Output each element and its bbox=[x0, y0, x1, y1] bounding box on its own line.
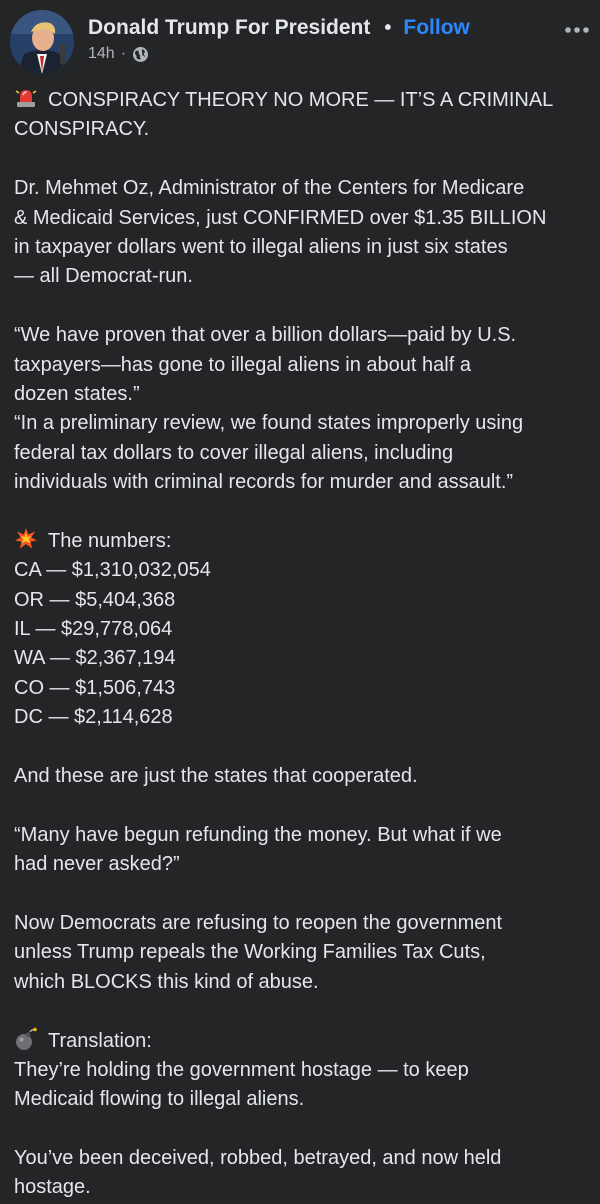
quote-line: “We have proven that over a billion doll… bbox=[14, 324, 517, 347]
text-line: unless Trump repeals the Working Familie… bbox=[14, 941, 486, 964]
number-row: OR — $5,404,368 bbox=[14, 588, 176, 611]
quote-line: federal tax dollars to cover illegal ali… bbox=[14, 441, 454, 464]
avatar[interactable] bbox=[10, 10, 74, 74]
post-header: Donald Trump For President • Follow 14h … bbox=[0, 0, 600, 80]
number-row: DC — $2,114,628 bbox=[14, 706, 173, 729]
author-row: Donald Trump For President • Follow bbox=[88, 16, 470, 40]
timestamp[interactable]: 14h bbox=[88, 45, 115, 63]
text-line: You’ve been deceived, robbed, betrayed, … bbox=[14, 1147, 502, 1170]
more-options-icon[interactable] bbox=[562, 20, 592, 40]
siren-icon bbox=[14, 86, 38, 110]
text-line: — all Democrat-run. bbox=[14, 265, 193, 288]
post-text: CONSPIRACY THEORY NO MORE — IT’S A CRIMI… bbox=[14, 86, 594, 1203]
text-line: which BLOCKS this kind of abuse. bbox=[14, 970, 319, 993]
text-line: Medicaid flowing to illegal aliens. bbox=[14, 1088, 305, 1111]
meta-separator: · bbox=[120, 45, 127, 62]
post-meta: 14h · bbox=[88, 45, 149, 63]
translation-heading: Translation: bbox=[48, 1029, 152, 1052]
separator-dot: • bbox=[384, 16, 392, 39]
number-row: CA — $1,310,032,054 bbox=[14, 559, 211, 582]
quote-line: individuals with criminal records for mu… bbox=[14, 471, 514, 494]
bomb-icon bbox=[14, 1027, 38, 1051]
numbers-heading-line: The numbers: bbox=[14, 527, 594, 556]
number-row: WA — $2,367,194 bbox=[14, 647, 176, 670]
text-line: & Medicaid Services, just CONFIRMED over… bbox=[14, 206, 547, 229]
text-line: in taxpayer dollars went to illegal alie… bbox=[14, 235, 508, 258]
globe-icon bbox=[132, 46, 149, 63]
quote-line: taxpayers—has gone to illegal aliens in … bbox=[14, 353, 471, 376]
translation-heading-line: Translation: bbox=[14, 1027, 594, 1056]
text-line: They’re holding the government hostage —… bbox=[14, 1058, 469, 1081]
quote-line: dozen states.” bbox=[14, 382, 140, 405]
quote-line: had never asked?” bbox=[14, 853, 180, 876]
collision-icon bbox=[14, 527, 38, 551]
headline-text: CONSPIRACY THEORY NO MORE — IT’S A CRIMI… bbox=[48, 89, 554, 111]
quote-line: “In a preliminary review, we found state… bbox=[14, 412, 524, 435]
number-row: CO — $1,506,743 bbox=[14, 676, 176, 699]
text-line: Now Democrats are refusing to reopen the… bbox=[14, 911, 503, 934]
follow-button[interactable]: Follow bbox=[403, 16, 470, 40]
quote-line: “Many have begun refunding the money. Bu… bbox=[14, 823, 502, 846]
numbers-heading: The numbers: bbox=[48, 529, 172, 552]
text-line: Dr. Mehmet Oz, Administrator of the Cent… bbox=[14, 177, 525, 200]
headline-line: CONSPIRACY THEORY NO MORE — IT’S A CRIMI… bbox=[14, 86, 594, 115]
text-line: CONSPIRACY. bbox=[14, 118, 150, 141]
number-row: IL — $29,778,064 bbox=[14, 618, 173, 641]
text-line: hostage. bbox=[14, 1176, 91, 1199]
author-name[interactable]: Donald Trump For President bbox=[88, 16, 370, 40]
text-line: And these are just the states that coope… bbox=[14, 764, 418, 787]
